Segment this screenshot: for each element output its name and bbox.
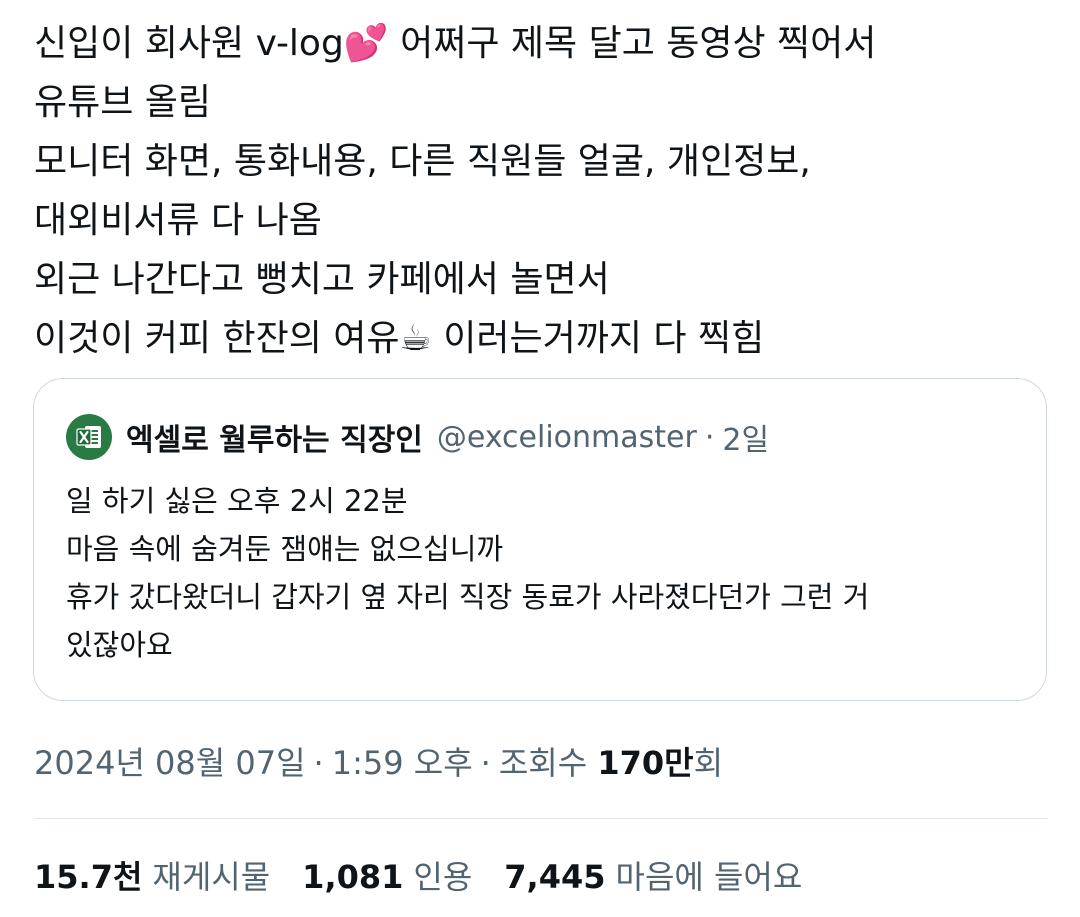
quoted-user-handle[interactable]: @excelionmaster: [437, 420, 697, 455]
tweet-line: 대외비서류 다 나옴: [34, 200, 322, 241]
views-label: 조회수: [498, 744, 588, 782]
tweet-date[interactable]: 2024년 08월 07일: [34, 744, 306, 782]
views-suffix: 회: [693, 744, 724, 782]
quoted-tweet-line: 있잖아요: [66, 628, 173, 662]
quoted-tweet-line: 일 하기 싫은 오후 2시 22분: [66, 484, 408, 518]
likes-stat[interactable]: 7,445 마음에 들어요: [504, 852, 802, 902]
tweet-time[interactable]: 1:59 오후: [332, 744, 473, 782]
quoted-tweet-card[interactable]: 엑셀로 월루하는 직장인 @excelionmaster · 2일 일 하기 싫…: [33, 378, 1047, 701]
reposts-count: 15.7천: [34, 858, 143, 896]
quotes-label: 인용: [413, 858, 473, 896]
separator-dot: ·: [313, 744, 324, 782]
tweet-meta: 2024년 08월 07일 · 1:59 오후 · 조회수 170만회: [34, 738, 723, 788]
tweet-text: 신입이 회사원 v-log💕 어쩌구 제목 달고 동영상 찍어서 유튜브 올림 …: [34, 14, 1044, 368]
likes-count: 7,445: [504, 858, 606, 896]
quotes-count: 1,081: [302, 858, 404, 896]
excel-icon[interactable]: [66, 414, 112, 460]
divider: [34, 818, 1048, 819]
likes-label: 마음에 들어요: [615, 858, 803, 896]
quoted-tweet-line: 휴가 갔다왔더니 갑자기 옆 자리 직장 동료가 사라졌다던가 그런 거: [66, 580, 870, 614]
tweet-line: 모니터 화면, 통화내용, 다른 직원들 얼굴, 개인정보,: [34, 141, 811, 182]
quoted-tweet-text: 일 하기 싫은 오후 2시 22분 마음 속에 숨겨둔 잼얘는 없으십니까 휴가…: [66, 477, 1016, 669]
separator-dot: ·: [480, 744, 491, 782]
quoted-user-name[interactable]: 엑셀로 월루하는 직장인: [126, 415, 423, 459]
reposts-stat[interactable]: 15.7천 재게시물: [34, 852, 270, 902]
reposts-label: 재게시물: [152, 858, 271, 896]
tweet-line: 이것이 커피 한잔의 여유☕ 이러는거까지 다 찍힘: [34, 318, 765, 359]
tweet-line: 신입이 회사원 v-log💕 어쩌구 제목 달고 동영상 찍어서: [34, 23, 877, 64]
quotes-stat[interactable]: 1,081 인용: [302, 852, 472, 902]
quoted-tweet-time[interactable]: 2일: [722, 415, 769, 459]
views-count: 170만: [597, 744, 694, 782]
tweet-line: 유튜브 올림: [34, 82, 212, 123]
tweet-line: 외근 나간다고 뻥치고 카페에서 놀면서: [34, 259, 610, 300]
quoted-tweet-line: 마음 속에 숨겨둔 잼얘는 없으십니까: [66, 532, 504, 566]
separator-dot: ·: [704, 419, 715, 455]
engagement-stats: 15.7천 재게시물 1,081 인용 7,445 마음에 들어요: [34, 852, 834, 902]
excel-logo-icon: [76, 426, 101, 448]
quoted-tweet-header: 엑셀로 월루하는 직장인 @excelionmaster · 2일: [66, 413, 769, 461]
